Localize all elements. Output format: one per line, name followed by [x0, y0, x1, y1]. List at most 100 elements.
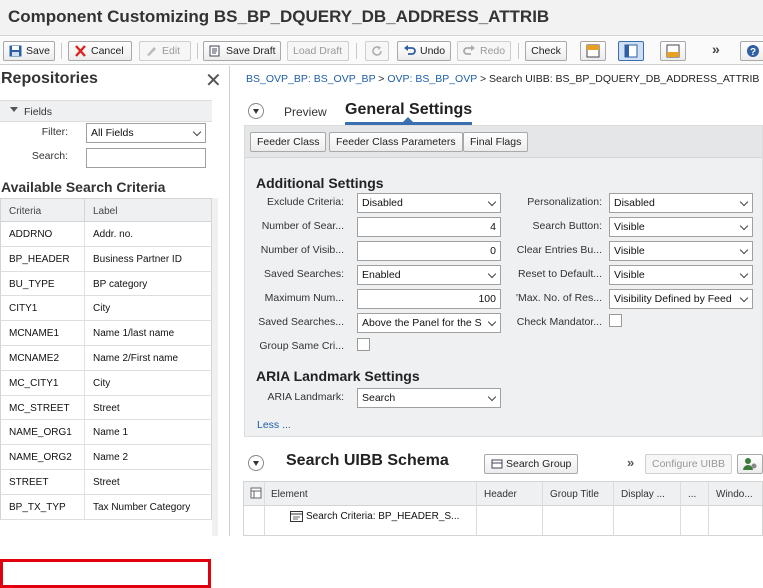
maximum-number-input[interactable]: 100 — [357, 289, 501, 309]
number-visible-input[interactable]: 0 — [357, 241, 501, 261]
search-group-button[interactable]: Search Group — [484, 454, 579, 474]
label-cell: Name 1 — [93, 427, 129, 439]
max-results-label: 'Max. No. of Res... — [515, 292, 602, 304]
filter-select[interactable]: All Fields — [86, 123, 206, 143]
max-results-select[interactable]: Visibility Defined by Feed — [609, 289, 753, 309]
label-cell: City — [93, 377, 111, 389]
check-button[interactable]: Check — [525, 41, 567, 61]
save-draft-icon — [209, 45, 220, 57]
criteria-cell: STREET — [1, 469, 85, 494]
personalization-select[interactable]: Disabled — [609, 193, 753, 213]
label-cell: Tax Number Category — [93, 501, 191, 513]
breadcrumb-link-ovp[interactable]: OVP: BS_BP_OVP — [387, 73, 477, 85]
column-display[interactable]: Display ... — [621, 489, 665, 500]
redo-label: Redo — [480, 45, 506, 57]
table-row[interactable]: CITY1 City — [0, 296, 212, 322]
tab-preview[interactable]: Preview — [284, 105, 327, 119]
search-button-select[interactable]: Visible — [609, 217, 753, 237]
cancel-button[interactable]: Cancel — [68, 41, 132, 61]
undo-button[interactable]: Undo — [397, 41, 451, 61]
fields-header[interactable]: Fields — [0, 100, 212, 122]
edit-button[interactable]: Edit — [139, 41, 191, 61]
feeder-params-button[interactable]: Feeder Class Parameters — [329, 132, 463, 152]
final-flags-button[interactable]: Final Flags — [463, 132, 529, 152]
label-cell: Name 2 — [93, 452, 129, 464]
table-settings-icon[interactable] — [250, 487, 262, 502]
scrollbar[interactable] — [212, 198, 218, 536]
column-ellipsis[interactable]: ... — [688, 489, 696, 500]
chevron-down-icon — [487, 317, 497, 327]
column-element[interactable]: Element — [271, 489, 308, 500]
aria-landmark-select[interactable]: Search — [357, 388, 501, 408]
maximum-number-label: Maximum Num... — [264, 292, 344, 304]
clear-entries-select[interactable]: Visible — [609, 241, 753, 261]
column-label[interactable]: Label — [85, 199, 125, 221]
search-uibb-schema: Search UIBB Schema Search Group » Config… — [231, 450, 763, 536]
refresh-button[interactable] — [365, 41, 389, 61]
layout-side-button[interactable] — [618, 41, 644, 61]
saved-searches-select[interactable]: Enabled — [357, 265, 501, 285]
schema-menu-icon[interactable] — [248, 455, 264, 471]
panel-menu-icon[interactable] — [248, 103, 264, 119]
schema-overflow[interactable]: » — [627, 455, 634, 470]
label-cell: BP category — [93, 278, 148, 290]
criteria-table: Criteria Label ADDRNO Addr. no. BP_HEADER B… — [0, 198, 212, 520]
column-group-title[interactable]: Group Title — [550, 489, 599, 500]
search-input[interactable] — [86, 148, 206, 168]
criteria-cell: CITY1 — [1, 296, 85, 321]
group-same-criteria-checkbox[interactable] — [357, 338, 370, 351]
chevron-down-icon — [739, 269, 749, 279]
feeder-class-button[interactable]: Feeder Class — [250, 132, 327, 152]
toolbar-overflow[interactable]: » — [712, 41, 720, 57]
save-label: Save — [26, 45, 50, 57]
general-settings-panel: Feeder Class Feeder Class Parameters Fin… — [244, 125, 763, 437]
table-row[interactable]: BP_TX_TYP Tax Number Category — [0, 494, 212, 520]
column-criteria[interactable]: Criteria — [1, 199, 85, 221]
user-settings-button[interactable] — [737, 454, 763, 474]
criteria-cell: NAME_ORG2 — [1, 445, 85, 469]
table-row[interactable]: STREET Street — [0, 469, 212, 495]
saved-searches-position-select[interactable]: Above the Panel for the S — [357, 313, 501, 333]
table-row[interactable]: NAME_ORG1 Name 1 — [0, 420, 212, 446]
table-row[interactable]: MCNAME1 Name 1/last name — [0, 321, 212, 346]
exclude-criteria-select[interactable]: Disabled — [357, 193, 501, 213]
table-row[interactable]: BP_HEADER Business Partner ID — [0, 246, 212, 272]
number-search-input[interactable]: 4 — [357, 217, 501, 237]
save-draft-button[interactable]: Save Draft — [203, 41, 281, 61]
undo-icon — [404, 45, 416, 55]
column-header[interactable]: Header — [484, 489, 517, 500]
save-button[interactable]: Save — [3, 41, 55, 61]
user-settings-icon — [743, 458, 757, 470]
close-icon[interactable]: ✕ — [205, 68, 222, 93]
help-button[interactable]: ? — [740, 41, 763, 61]
search-criteria-icon — [290, 511, 303, 522]
search-button-label: Search Button: — [532, 220, 602, 232]
search-button-value: Visible — [614, 221, 645, 233]
label-cell: Name 2/First name — [93, 352, 179, 364]
redo-button[interactable]: Redo — [457, 41, 511, 61]
check-mandatory-checkbox[interactable] — [609, 314, 622, 327]
breadcrumb-link-ovp-bp[interactable]: BS_OVP_BP: BS_OVP_BP — [246, 73, 375, 85]
schema-table: Element Header Group Title Display ... .… — [243, 481, 763, 536]
table-row[interactable]: BU_TYPE BP category — [0, 271, 212, 297]
configure-uibb-button[interactable]: Configure UIBB — [645, 454, 732, 474]
column-window[interactable]: Windo... — [716, 489, 753, 500]
label-cell: Name 1/last name — [93, 328, 175, 340]
table-row[interactable]: ADDRNO Addr. no. — [0, 222, 212, 247]
table-row[interactable]: Search Criteria: BP_HEADER_S... — [244, 506, 762, 528]
reset-default-select[interactable]: Visible — [609, 265, 753, 285]
table-row[interactable]: NAME_ORG2 Name 2 — [0, 445, 212, 470]
title-bar: Component Customizing BS_BP_DQUERY_DB_AD… — [0, 0, 763, 36]
layout-bottom-button[interactable] — [660, 41, 686, 61]
load-draft-button[interactable]: Load Draft — [287, 41, 349, 61]
table-row[interactable]: MC_STREET Street — [0, 395, 212, 421]
less-link[interactable]: Less ... — [257, 419, 291, 431]
table-row[interactable]: MC_CITY1 City — [0, 370, 212, 396]
saved-searches-value: Enabled — [362, 269, 401, 281]
layout-top-button[interactable] — [580, 41, 606, 61]
reset-default-value: Visible — [614, 269, 645, 281]
table-row[interactable]: MCNAME2 Name 2/First name — [0, 345, 212, 371]
exclude-criteria-label: Exclude Criteria: — [266, 196, 344, 208]
criteria-table-header: Criteria Label — [0, 198, 212, 222]
pencil-icon — [147, 47, 156, 56]
